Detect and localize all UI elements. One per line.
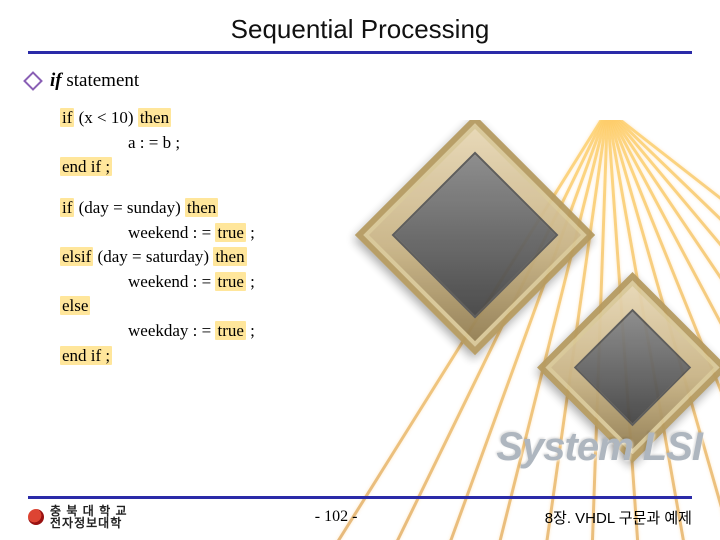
code-line: elsif (day = saturday) then — [60, 245, 692, 270]
hl-then: then — [185, 198, 218, 217]
code-line: weekend : = true ; — [60, 270, 692, 295]
page-title: Sequential Processing — [28, 14, 692, 45]
footer: 충 북 대 학 교 전자정보대학 - 102 - 8장. VHDL 구문과 예제 — [0, 496, 720, 530]
code-line: else — [60, 294, 692, 319]
hl-endif: end if ; — [60, 157, 112, 176]
page-number: - 102 - — [315, 508, 358, 526]
bullet-label: if statement — [50, 70, 139, 92]
code-line: weekday : = true ; — [60, 319, 692, 344]
hl-if: if — [60, 108, 74, 127]
code-line: end if ; — [60, 344, 692, 369]
code-text: ; — [246, 223, 255, 242]
hl-true: true — [215, 321, 245, 340]
code-line: if (x < 10) then — [60, 106, 692, 131]
diamond-bullet-icon — [23, 71, 43, 91]
code-text: weekday : = — [60, 321, 215, 340]
slide-content: Sequential Processing if statement if (x… — [0, 0, 720, 368]
keyword-if: if — [50, 70, 62, 91]
code-block-2: if (day = sunday) then weekend : = true … — [60, 196, 692, 368]
bullet-heading: if statement — [28, 70, 692, 92]
code-text: ; — [246, 321, 255, 340]
code-text: (x < 10) — [74, 108, 137, 127]
footer-rule — [28, 496, 692, 499]
bullet-rest: statement — [62, 70, 140, 91]
code-text: weekend : = — [60, 223, 215, 242]
code-text: ; — [246, 272, 255, 291]
hl-else: else — [60, 296, 90, 315]
code-text: weekend : = — [60, 272, 215, 291]
watermark-text: System LSI — [496, 425, 702, 470]
code-line: a : = b ; — [60, 131, 692, 156]
uni-line2: 전자정보대학 — [50, 516, 122, 530]
hl-true: true — [215, 272, 245, 291]
code-text: (day = sunday) — [74, 198, 185, 217]
hl-endif: end if ; — [60, 346, 112, 365]
code-line: weekend : = true ; — [60, 221, 692, 246]
hl-true: true — [215, 223, 245, 242]
university-block: 충 북 대 학 교 전자정보대학 — [28, 505, 128, 530]
chapter-label: 8장. VHDL 구문과 예제 — [545, 507, 692, 528]
code-block-1: if (x < 10) then a : = b ; end if ; — [60, 106, 692, 180]
code-line: end if ; — [60, 155, 692, 180]
title-underline — [28, 51, 692, 54]
code-area: if (x < 10) then a : = b ; end if ; if (… — [60, 106, 692, 368]
hl-then: then — [138, 108, 171, 127]
university-text: 충 북 대 학 교 전자정보대학 — [50, 505, 128, 530]
hl-if: if — [60, 198, 74, 217]
hl-elsif: elsif — [60, 247, 93, 266]
code-line: if (day = sunday) then — [60, 196, 692, 221]
code-text: (day = saturday) — [93, 247, 213, 266]
university-logo-icon — [28, 509, 44, 525]
hl-then: then — [213, 247, 246, 266]
